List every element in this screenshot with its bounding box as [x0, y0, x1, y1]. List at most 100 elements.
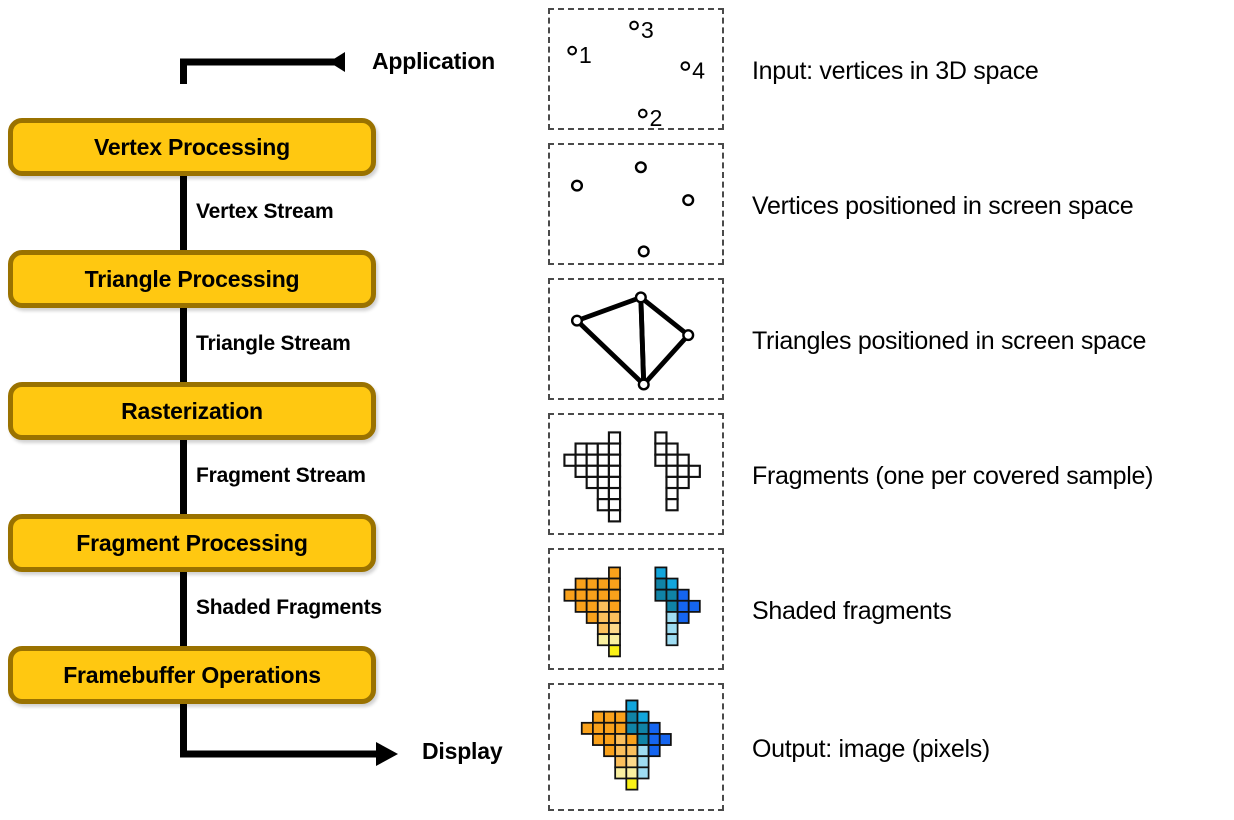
fragment-cell [596, 622, 610, 636]
caption-screen-vertices: Vertices positioned in screen space [752, 192, 1134, 220]
fragment-cell [596, 464, 610, 478]
fragment-cell [592, 721, 605, 735]
fragment-cell [654, 588, 668, 602]
fragment-cell [676, 464, 690, 478]
fragment-cell [665, 622, 679, 636]
fragment-cell [687, 599, 701, 613]
fragment-cell [647, 733, 661, 746]
fragment-cell [654, 431, 668, 445]
fragment-cell [665, 453, 679, 467]
fragment-cell [608, 566, 621, 580]
fragment-cell [596, 453, 610, 467]
svg-text:4: 4 [692, 58, 705, 84]
fragment-cell [585, 577, 599, 591]
shaded-fragments-figure [563, 566, 701, 658]
fragment-cell [665, 486, 679, 501]
fragment-cell [654, 577, 668, 591]
fragment-cell [636, 710, 650, 724]
panel-triangles [548, 278, 724, 400]
fragment-cell [607, 442, 622, 456]
fragment-cell [596, 498, 610, 512]
fragment-cell [596, 475, 610, 490]
fragment-cell [607, 464, 622, 478]
fragment-cell [608, 599, 621, 613]
fragment-cell [665, 633, 679, 647]
fragment-cell [665, 442, 679, 456]
stage-box-framebuffer-operations[interactable]: Framebuffer Operations [8, 646, 376, 704]
fragment-cell [585, 464, 599, 478]
fragment-cell [636, 733, 650, 746]
fragment-cell [585, 475, 599, 490]
fragment-cell [625, 755, 639, 769]
fragment-cell [574, 453, 588, 467]
fragment-cell [580, 721, 594, 735]
fragment-cell [665, 611, 679, 624]
spine-fragment-stream [180, 440, 187, 514]
stage-label: Framebuffer Operations [63, 661, 321, 688]
fragment-cell [596, 442, 610, 456]
fragment-cell [625, 733, 639, 746]
input-vertices-figure: 1 2 3 4 [567, 17, 705, 128]
fragment-cell [607, 475, 622, 490]
fragment-cell [676, 611, 690, 624]
caption-triangles: Triangles positioned in screen space [752, 327, 1147, 355]
fragment-cell [654, 566, 668, 580]
fragment-cell [603, 721, 617, 735]
fragment-cell [625, 766, 639, 780]
stage-label: Triangle Processing [84, 265, 300, 292]
triangles-figure [570, 291, 695, 391]
stage-box-triangle-processing[interactable]: Triangle Processing [8, 250, 376, 308]
fragment-cell [563, 453, 577, 467]
caption-output-image: Output: image (pixels) [752, 735, 990, 763]
svg-text:2: 2 [650, 105, 663, 128]
fragment-cell [625, 710, 639, 724]
fragment-cell [607, 486, 622, 501]
stage-box-rasterization[interactable]: Rasterization [8, 382, 376, 440]
spine-triangle-stream [180, 308, 187, 382]
stage-box-fragment-processing[interactable]: Fragment Processing [8, 514, 376, 572]
stream-label-triangle-stream: Triangle Stream [196, 332, 351, 355]
panel-shaded-fragments [548, 548, 724, 670]
fragment-cell [585, 611, 599, 624]
fragment-cell [596, 577, 610, 591]
spine-shaded-fragments [180, 572, 187, 646]
svg-text:3: 3 [641, 17, 654, 43]
fragment-cell [614, 744, 628, 758]
application-arrow [180, 52, 345, 84]
fragment-cell [665, 577, 679, 591]
fragment-cell [647, 721, 661, 735]
fragment-cell [574, 464, 588, 478]
stage-box-vertex-processing[interactable]: Vertex Processing [8, 118, 376, 176]
fragment-cell [574, 588, 588, 602]
fragment-cell [603, 744, 617, 758]
fragment-cell [574, 442, 588, 456]
fragment-cell [607, 498, 622, 512]
fragment-cell [625, 777, 639, 791]
fragment-cell [658, 733, 672, 746]
fragment-cell [636, 744, 650, 758]
fragment-cell [687, 464, 701, 478]
fragment-cell [603, 733, 617, 746]
fragment-cell [608, 644, 621, 658]
fragment-cell [614, 710, 628, 724]
caption-input-vertices: Input: vertices in 3D space [752, 57, 1039, 85]
fragment-cell [665, 599, 679, 613]
fragment-cell [596, 486, 610, 501]
fragment-cell [607, 509, 622, 523]
fragment-cell [625, 699, 639, 713]
fragment-cell [654, 453, 668, 467]
fragment-cell [614, 721, 628, 735]
fragment-cell [596, 633, 610, 647]
panel-screen-vertices [548, 143, 724, 265]
fragment-cell [608, 622, 621, 636]
fragment-cell [607, 453, 622, 467]
caption-fragments: Fragments (one per covered sample) [752, 462, 1154, 490]
stream-label-shaded-fragments: Shaded Fragments [196, 596, 382, 619]
stage-label: Vertex Processing [93, 133, 291, 160]
stage-label: Fragment Processing [76, 529, 308, 556]
fragment-cell [625, 721, 639, 735]
display-label: Display [422, 738, 503, 764]
fragment-cell [665, 588, 679, 602]
pipeline-column: Application Display Vertex Processing Tr… [0, 0, 540, 820]
fragment-cell [614, 766, 628, 780]
